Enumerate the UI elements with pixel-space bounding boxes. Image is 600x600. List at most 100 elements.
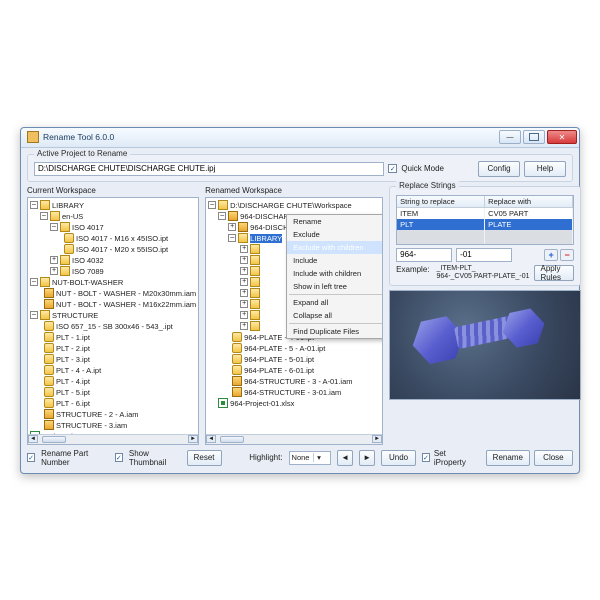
tree-item[interactable]: 964-PLATE - 6-01.ipt (244, 366, 314, 375)
rename-part-number-checkbox[interactable]: ✓ (27, 453, 35, 462)
tree-item[interactable]: ISO 4017 - M20 x 55ISO.ipt (76, 245, 168, 254)
expand-icon[interactable]: + (240, 256, 248, 264)
apply-rules-button[interactable]: Apply Rules (534, 265, 575, 281)
add-rule-button[interactable]: + (544, 249, 558, 261)
close-button[interactable]: Close (534, 450, 573, 466)
expand-icon[interactable]: – (30, 201, 38, 209)
tree-item[interactable]: PLT - 3.ipt (56, 355, 90, 364)
table-cell[interactable]: ITEM (397, 208, 485, 219)
expand-icon[interactable]: – (40, 212, 48, 220)
tree-item[interactable]: PLT - 2.ipt (56, 344, 90, 353)
tree-item[interactable]: PLT - 6.ipt (56, 399, 90, 408)
replace-table[interactable]: String to replaceReplace with ITEMCV05 P… (396, 195, 574, 245)
tree-item-selected[interactable]: LIBRARY (250, 234, 282, 243)
expand-icon[interactable]: + (50, 267, 58, 275)
menu-find-duplicates[interactable]: Find Duplicate Files (287, 325, 383, 338)
rename-part-number-label: Rename Part Number (41, 449, 109, 467)
tree-item[interactable]: D:\DISCHARGE CHUTE\Workspace (230, 201, 352, 210)
col-header[interactable]: String to replace (397, 196, 485, 207)
expand-icon[interactable]: + (240, 245, 248, 253)
quick-mode-checkbox[interactable]: ✓ (388, 164, 397, 173)
tree-item[interactable]: 964-Project-01.xlsx (230, 399, 294, 408)
menu-exclude-children[interactable]: Exclude with childrenF4 (287, 241, 383, 254)
expand-icon[interactable]: – (50, 223, 58, 231)
minimize-button[interactable]: — (499, 130, 521, 144)
part-icon (44, 332, 54, 342)
config-button[interactable]: Config (478, 161, 520, 177)
tree-item[interactable]: ISO 4032 (72, 256, 104, 265)
expand-icon[interactable]: + (50, 256, 58, 264)
context-menu[interactable]: RenameF2 ExcludeF3 Exclude with children… (286, 214, 383, 339)
show-thumbnail-checkbox[interactable]: ✓ (115, 453, 123, 462)
tree-item[interactable]: STRUCTURE - 2 - A.iam (56, 410, 139, 419)
example-text: _ITEM-PLT_ 964-_CV05 PART-PLATE_-01 (434, 265, 530, 281)
set-iproperty-checkbox[interactable]: ✓ (422, 453, 430, 462)
tree-item[interactable]: LIBRARY (52, 201, 84, 210)
maximize-button[interactable] (523, 130, 545, 144)
col-header[interactable]: Replace with (485, 196, 573, 207)
menu-exclude[interactable]: ExcludeF3 (287, 228, 383, 241)
thumbnail-preview (389, 290, 581, 400)
renamed-workspace-tree[interactable]: –D:\DISCHARGE CHUTE\Workspace –964-DISCH… (205, 197, 383, 445)
show-thumbnail-label: Show Thumbnail (129, 449, 181, 467)
expand-icon[interactable]: – (30, 278, 38, 286)
hscrollbar[interactable]: ◄► (206, 434, 382, 444)
menu-collapse-all[interactable]: Collapse all (287, 309, 383, 322)
help-button[interactable]: Help (524, 161, 566, 177)
tree-item[interactable]: PLT - 1.ipt (56, 333, 90, 342)
table-cell[interactable]: CV05 PART (485, 208, 573, 219)
menu-include-children[interactable]: Include with childrenF6 (287, 267, 383, 280)
highlight-prev-button[interactable]: ◄ (337, 450, 353, 466)
tree-item[interactable]: STRUCTURE - 3.iam (56, 421, 127, 430)
expand-icon[interactable]: + (240, 322, 248, 330)
project-path-input[interactable] (34, 162, 384, 176)
excel-icon (218, 398, 228, 408)
tree-item[interactable]: 964-STRUCTURE - 3 - A-01.iam (244, 377, 352, 386)
table-cell[interactable]: PLT (397, 219, 485, 230)
expand-icon[interactable]: + (228, 223, 236, 231)
highlight-combo[interactable]: None▾ (289, 451, 332, 465)
tree-item[interactable]: NUT-BOLT-WASHER (52, 278, 123, 287)
current-workspace-tree[interactable]: –LIBRARY –en-US –ISO 4017 ISO 4017 - M16… (27, 197, 199, 445)
prefix-input[interactable] (396, 248, 452, 262)
expand-icon[interactable]: + (240, 311, 248, 319)
expand-icon[interactable]: + (240, 289, 248, 297)
tree-item[interactable]: ISO 4017 - M16 x 45ISO.ipt (76, 234, 168, 243)
tree-item[interactable]: STRUCTURE (52, 311, 98, 320)
highlight-label: Highlight: (249, 453, 282, 462)
expand-icon[interactable]: – (30, 311, 38, 319)
expand-icon[interactable]: – (208, 201, 216, 209)
tree-item[interactable]: en-US (62, 212, 83, 221)
highlight-next-button[interactable]: ► (359, 450, 375, 466)
table-cell[interactable]: PLATE (485, 219, 573, 230)
titlebar[interactable]: Rename Tool 6.0.0 — ✕ (21, 128, 579, 148)
menu-show-left[interactable]: Show in left treeF8 (287, 280, 383, 293)
tree-item[interactable]: ISO 7089 (72, 267, 104, 276)
tree-item[interactable]: ISO 4017 (72, 223, 104, 232)
menu-include[interactable]: IncludeF5 (287, 254, 383, 267)
tree-item[interactable]: ISO 657_15 - SB 300x46 - 543_.ipt (56, 322, 173, 331)
tree-item[interactable]: PLT - 4.ipt (56, 377, 90, 386)
tree-item[interactable]: 964-STRUCTURE - 3-01.iam (244, 388, 341, 397)
tree-item[interactable]: 964-PLATE - 5 - A-01.ipt (244, 344, 325, 353)
expand-icon[interactable]: + (240, 278, 248, 286)
expand-icon[interactable]: + (240, 300, 248, 308)
tree-item[interactable]: NUT - BOLT - WASHER - M16x22mm.iam (56, 300, 196, 309)
expand-icon[interactable]: – (228, 234, 236, 242)
suffix-input[interactable] (456, 248, 512, 262)
undo-button[interactable]: Undo (381, 450, 416, 466)
tree-item[interactable]: PLT - 5.ipt (56, 388, 90, 397)
expand-icon[interactable]: + (240, 267, 248, 275)
menu-rename[interactable]: RenameF2 (287, 215, 383, 228)
part-icon (44, 343, 54, 353)
expand-icon[interactable]: – (218, 212, 226, 220)
tree-item[interactable]: PLT - 4 - A.ipt (56, 366, 101, 375)
menu-expand-all[interactable]: Expand all (287, 296, 383, 309)
close-window-button[interactable]: ✕ (547, 130, 577, 144)
tree-item[interactable]: 964-PLATE - 5-01.ipt (244, 355, 314, 364)
remove-rule-button[interactable]: − (560, 249, 574, 261)
reset-button[interactable]: Reset (187, 450, 222, 466)
tree-item[interactable]: NUT - BOLT - WASHER - M20x30mm.iam (56, 289, 196, 298)
rename-button[interactable]: Rename (486, 450, 530, 466)
hscrollbar[interactable]: ◄► (28, 434, 198, 444)
